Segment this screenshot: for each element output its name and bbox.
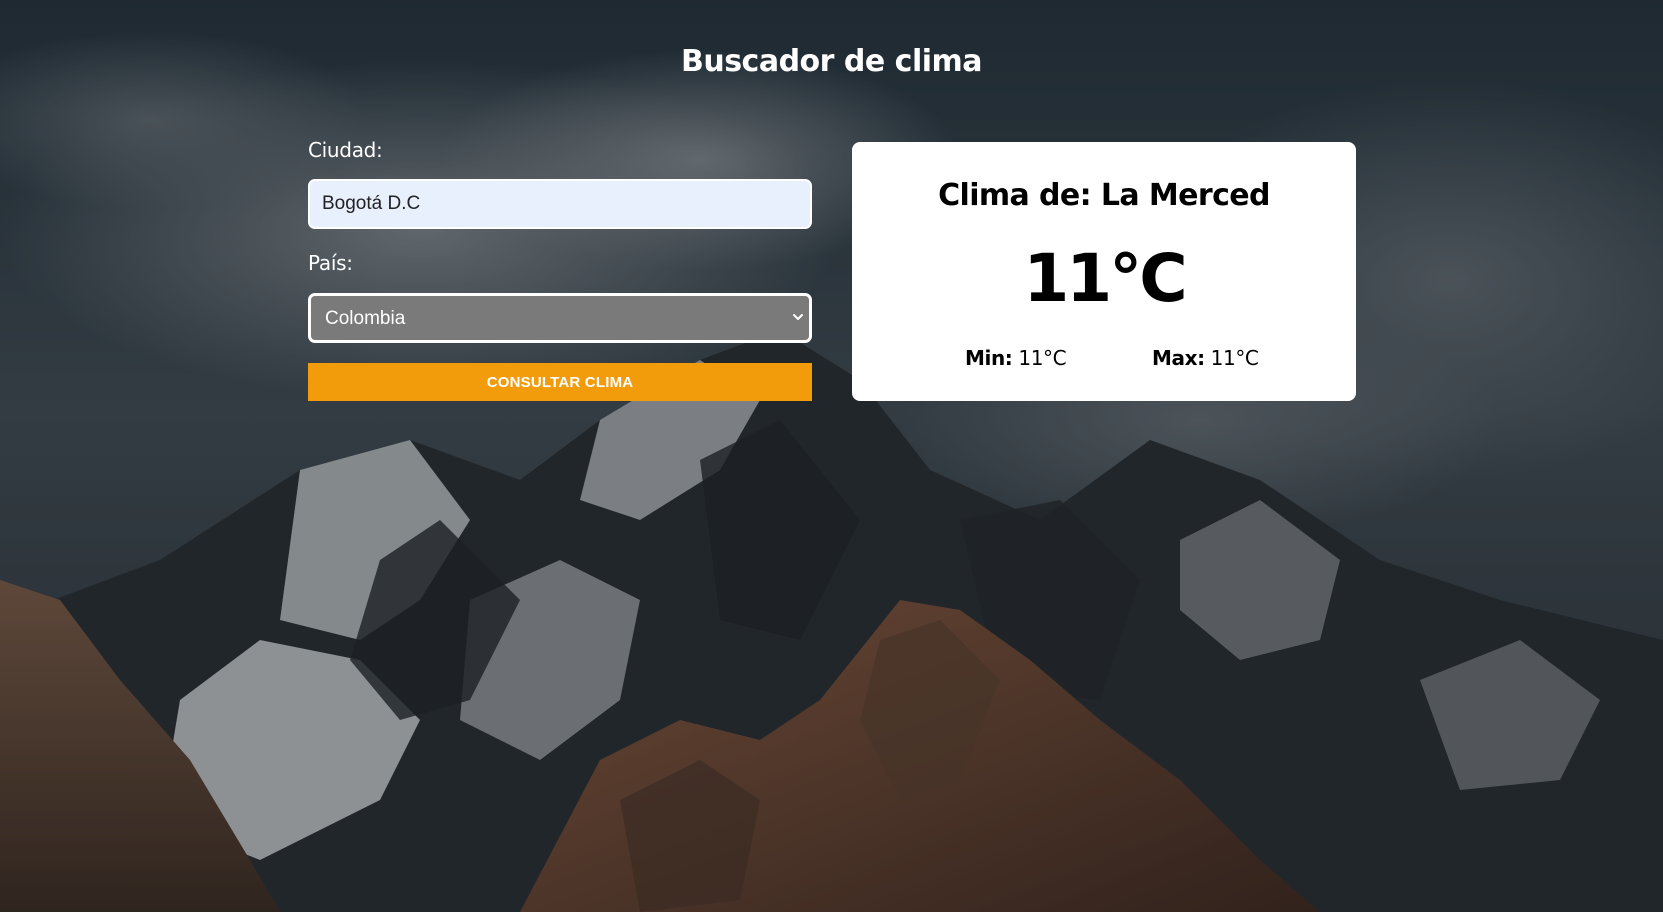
consult-weather-button[interactable]: CONSULTAR CLIMA (308, 363, 812, 401)
background-overlay (0, 0, 1663, 912)
country-select[interactable]: Colombia (311, 296, 809, 340)
page-title: Buscador de clima (680, 44, 983, 79)
min-temperature-value: 11°C (1018, 346, 1067, 370)
current-temperature: 11°C (1023, 240, 1187, 317)
max-temperature: Max: 11°C (1152, 346, 1259, 370)
country-select-wrapper: Colombia (308, 293, 812, 343)
result-title: Clima de: La Merced (938, 178, 1270, 213)
city-label: Ciudad: (308, 138, 383, 162)
country-label: País: (308, 251, 353, 275)
max-temperature-value: 11°C (1210, 346, 1259, 370)
min-temperature: Min: 11°C (965, 346, 1067, 370)
weather-result-card: Clima de: La Merced 11°C Min: 11°C Max: … (852, 142, 1356, 401)
city-input[interactable] (308, 179, 812, 229)
min-temperature-label: Min: (965, 346, 1013, 370)
max-temperature-label: Max: (1152, 346, 1205, 370)
weather-search-form: Ciudad: País: Colombia CONSULTAR CLIMA (308, 132, 812, 401)
